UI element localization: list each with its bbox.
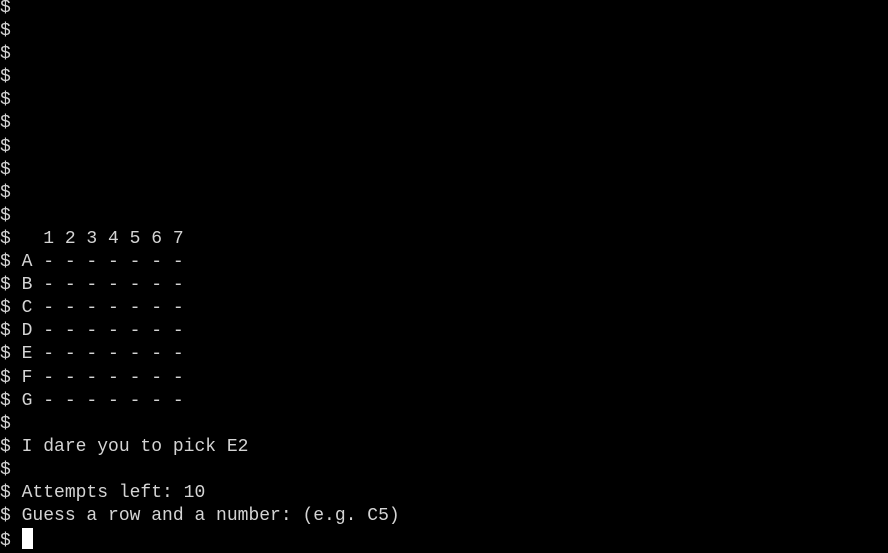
terminal[interactable]: $ $ $ $ $ $ $ $ $ $ $ 1 2 3 4 5 6 7 $ A -… <box>0 0 400 551</box>
blank-line: $ <box>0 159 400 182</box>
blank-line: $ <box>0 0 400 20</box>
prompt-symbol: $ <box>0 321 22 342</box>
prompt-symbol: $ <box>0 506 22 527</box>
prompt-symbol: $ <box>0 205 22 226</box>
prompt-symbol: $ <box>0 298 22 319</box>
prompt-symbol: $ <box>0 344 22 365</box>
input-line: $ <box>0 528 400 551</box>
prompt-symbol: $ <box>0 482 22 503</box>
guess-prompt: $ Guess a row and a number: (e.g. C5) <box>0 505 400 528</box>
prompt-symbol: $ <box>0 459 22 480</box>
prompt-symbol: $ <box>0 90 22 111</box>
attempts-left-text: Attempts left: 10 <box>21 482 206 503</box>
prompt-symbol: $ <box>0 182 22 203</box>
blank-line: $ <box>0 459 400 482</box>
board-row-text: F - - - - - - - <box>21 367 184 388</box>
blank-line: $ <box>0 89 400 112</box>
board-row-text: B - - - - - - - <box>21 275 184 296</box>
prompt-symbol: $ <box>0 159 22 180</box>
blank-line: $ <box>0 205 400 228</box>
blank-line: $ <box>0 136 400 159</box>
prompt-symbol: $ <box>0 67 22 88</box>
dare-message-text: I dare you to pick E2 <box>21 436 249 457</box>
board-row: $ F - - - - - - - <box>0 367 400 390</box>
blank-line: $ <box>0 66 400 89</box>
board-row: $ G - - - - - - - <box>0 390 400 413</box>
board-row: $ E - - - - - - - <box>0 343 400 366</box>
guess-prompt-text: Guess a row and a number: (e.g. C5) <box>21 506 400 527</box>
prompt-symbol: $ <box>0 252 22 273</box>
board-row: $ C - - - - - - - <box>0 297 400 320</box>
board-row: $ B - - - - - - - <box>0 274 400 297</box>
prompt-symbol: $ <box>0 0 22 18</box>
board-row-text: G - - - - - - - <box>21 390 184 411</box>
prompt-symbol: $ <box>0 228 22 249</box>
prompt-symbol: $ <box>0 436 22 457</box>
prompt-symbol: $ <box>0 136 22 157</box>
dare-message: $ I dare you to pick E2 <box>0 436 400 459</box>
blank-line: $ <box>0 20 400 43</box>
prompt-symbol: $ <box>0 531 22 552</box>
prompt-symbol: $ <box>0 390 22 411</box>
attempts-left: $ Attempts left: 10 <box>0 482 400 505</box>
prompt-symbol: $ <box>0 413 22 434</box>
prompt-symbol: $ <box>0 21 22 42</box>
text-cursor[interactable] <box>21 528 33 550</box>
prompt-symbol: $ <box>0 275 22 296</box>
prompt-symbol: $ <box>0 113 22 134</box>
blank-line: $ <box>0 43 400 66</box>
board-row-text: A - - - - - - - <box>21 252 184 273</box>
board-row: $ A - - - - - - - <box>0 251 400 274</box>
board-header-text: 1 2 3 4 5 6 7 <box>21 228 184 249</box>
blank-line: $ <box>0 413 400 436</box>
blank-line: $ <box>0 182 400 205</box>
prompt-symbol: $ <box>0 367 22 388</box>
prompt-symbol: $ <box>0 44 22 65</box>
board-row-text: D - - - - - - - <box>21 321 184 342</box>
blank-line: $ <box>0 112 400 135</box>
board-row: $ D - - - - - - - <box>0 320 400 343</box>
board-row-text: E - - - - - - - <box>21 344 184 365</box>
board-header: $ 1 2 3 4 5 6 7 <box>0 228 400 251</box>
board-row-text: C - - - - - - - <box>21 298 184 319</box>
